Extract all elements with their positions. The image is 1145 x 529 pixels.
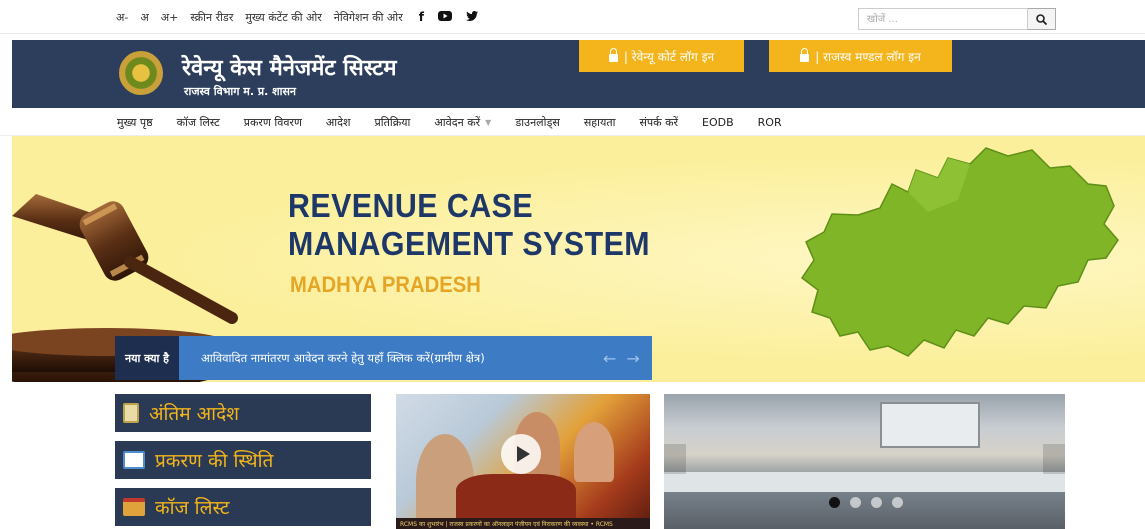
nav-item-label: कॉज लिस्ट: [176, 115, 220, 129]
photo-slider: [664, 394, 1065, 529]
facebook-icon[interactable]: f: [419, 10, 424, 24]
video-caption: RCMS का शुभारंभ | राजस्व प्रकरणों का ऑनल…: [396, 518, 650, 529]
quick-link-label: कॉज लिस्ट: [155, 497, 230, 519]
quick-link-final-orders[interactable]: अंतिम आदेश: [115, 394, 371, 432]
nav-item-orders[interactable]: आदेश: [326, 115, 351, 130]
lock-icon: [800, 48, 810, 62]
document-icon: [123, 403, 139, 423]
mp-government-emblem-logo[interactable]: [119, 51, 163, 95]
font-normal-link[interactable]: अ: [140, 10, 148, 25]
nav-item-label: संपर्क करें: [639, 115, 679, 129]
search-button[interactable]: [1028, 8, 1056, 30]
nav-item-label: आदेश: [325, 115, 351, 129]
nav-item-label: प्रकरण विवरण: [243, 115, 302, 129]
nav-item-help[interactable]: सहायता: [584, 115, 616, 130]
quick-link-case-status[interactable]: प्रकरण की स्थिति: [115, 441, 371, 479]
slider-next-button[interactable]: [1043, 444, 1065, 474]
twitter-icon[interactable]: [465, 10, 478, 24]
whats-new-label: नया क्या है: [115, 336, 179, 380]
quick-link-label: प्रकरण की स्थिति: [155, 450, 274, 472]
revenue-board-login-button[interactable]: | राजस्व मण्डल लॉग इन: [769, 40, 952, 72]
utility-bar: अ- अ अ+ स्क्रीन रीडर मुख्य कंटेंट की ओर …: [0, 0, 1145, 34]
banner-title-line2: MANAGEMENT SYSTEM: [288, 225, 651, 262]
banner-subtitle: MADHYA PRADESH: [290, 272, 481, 297]
ticker-controls: ← →: [603, 336, 640, 380]
projector-screen-image: [880, 402, 980, 448]
slider-dot[interactable]: [871, 497, 882, 508]
calendar-icon: [123, 498, 145, 516]
banner-title-line1: REVENUE CASE: [288, 187, 534, 224]
nav-item-case-details[interactable]: प्रकरण विवरण: [244, 115, 302, 130]
nav-item-label: EODB: [702, 115, 734, 129]
slider-dot[interactable]: [850, 497, 861, 508]
nav-item-eodb[interactable]: EODB: [702, 116, 734, 129]
nav-item-home[interactable]: मुख्य पृष्ठ: [117, 115, 153, 130]
nav-item-label: ROR: [757, 115, 782, 129]
id-card-icon: [123, 451, 145, 469]
font-decrease-link[interactable]: अ-: [116, 10, 128, 25]
skip-to-navigation-link[interactable]: नेविगेशन की ओर: [334, 10, 403, 25]
chevron-down-icon: ▼: [485, 117, 492, 127]
search-icon: [1036, 13, 1047, 25]
nav-item-label: सहायता: [583, 115, 616, 129]
arrow-right-icon[interactable]: →: [626, 349, 639, 368]
nav-item-feedback[interactable]: प्रतिक्रिया: [375, 115, 411, 130]
slider-pagination: [829, 497, 903, 508]
slider-dot[interactable]: [829, 497, 840, 508]
nav-item-cause-list[interactable]: कॉज लिस्ट: [177, 115, 220, 130]
nav-item-label: मुख्य पृष्ठ: [117, 115, 153, 129]
play-icon[interactable]: [501, 434, 541, 474]
nav-item-label: प्रतिक्रिया: [374, 115, 411, 129]
news-ticker-link[interactable]: आविवादित नामांतरण आवेदन करने हेतु यहाँ क…: [201, 336, 485, 380]
nav-item-ror[interactable]: ROR: [758, 116, 782, 129]
news-ticker: नया क्या है आविवादित नामांतरण आवेदन करने…: [115, 336, 652, 380]
launch-video-thumbnail[interactable]: RCMS का शुभारंभ | राजस्व प्रकरणों का ऑनल…: [396, 394, 650, 529]
screen-reader-link[interactable]: स्क्रीन रीडर: [190, 10, 233, 25]
accessibility-links: अ- अ अ+ स्क्रीन रीडर मुख्य कंटेंट की ओर …: [116, 0, 478, 34]
revenue-court-login-button[interactable]: | रेवेन्यू कोर्ट लॉग इन: [579, 40, 744, 72]
slider-prev-button[interactable]: [664, 444, 686, 474]
revenue-court-login-label: | रेवेन्यू कोर्ट लॉग इन: [623, 49, 715, 64]
madhya-pradesh-map-image: [800, 147, 1119, 357]
nav-item-label: आवेदन करें: [434, 115, 481, 129]
social-links: f: [419, 10, 478, 24]
quick-link-cause-list[interactable]: कॉज लिस्ट: [115, 488, 371, 526]
nav-item-downloads[interactable]: डाउनलोड्स: [515, 115, 560, 130]
lock-icon: [608, 48, 618, 62]
revenue-board-login-label: | राजस्व मण्डल लॉग इन: [815, 49, 921, 64]
main-navigation: मुख्य पृष्ठ कॉज लिस्ट प्रकरण विवरण आदेश …: [0, 108, 1145, 136]
arrow-left-icon[interactable]: ←: [603, 349, 616, 368]
slider-dot[interactable]: [892, 497, 903, 508]
nav-item-apply[interactable]: आवेदन करें ▼: [434, 115, 491, 130]
site-header: रेवेन्यू केस मैनेजमेंट सिस्टम राजस्व विभ…: [12, 40, 1145, 108]
skip-to-content-link[interactable]: मुख्य कंटेंट की ओर: [245, 10, 321, 25]
site-title: रेवेन्यू केस मैनेजमेंट सिस्टम: [182, 55, 397, 81]
hero-banner: REVENUE CASE MANAGEMENT SYSTEM MADHYA PR…: [12, 136, 1145, 382]
nav-item-label: डाउनलोड्स: [515, 115, 560, 129]
nav-item-contact[interactable]: संपर्क करें: [639, 115, 678, 130]
search-input[interactable]: [858, 8, 1028, 30]
font-increase-link[interactable]: अ+: [161, 10, 179, 25]
site-subtitle: राजस्व विभाग म. प्र. शासन: [184, 85, 297, 98]
quick-link-label: अंतिम आदेश: [149, 403, 240, 425]
search-box: [858, 8, 1056, 30]
youtube-icon[interactable]: [437, 10, 452, 24]
